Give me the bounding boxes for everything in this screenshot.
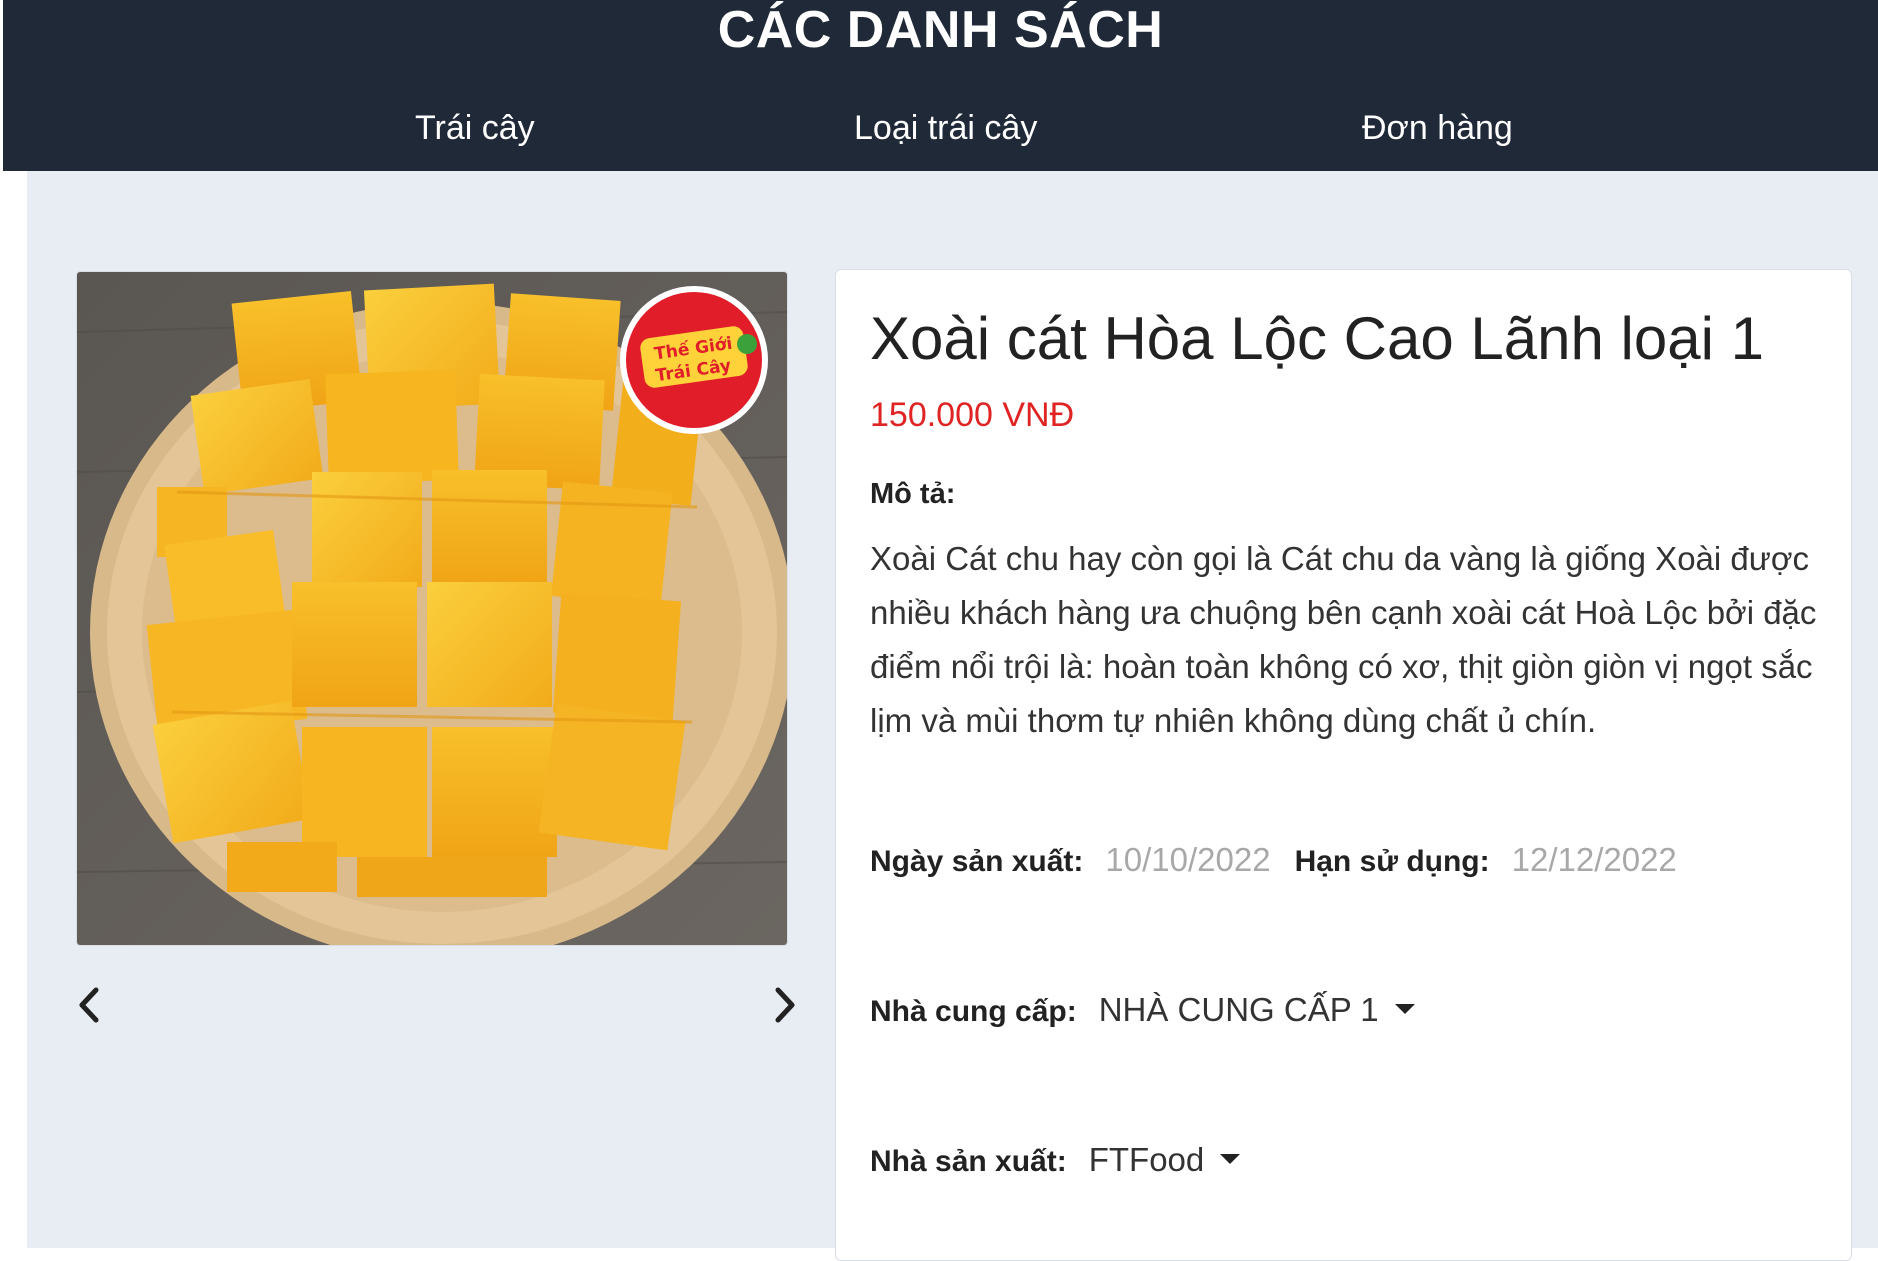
page-title: CÁC DANH SÁCH	[717, 1, 1164, 59]
expiry-date-label: Hạn sử dụng:	[1294, 845, 1490, 878]
producer-dropdown[interactable]: FTFood	[1089, 1141, 1241, 1178]
left-margin	[3, 171, 27, 1248]
caret-down-icon	[1220, 1154, 1241, 1165]
supplier-row: Nhà cung cấp: NHÀ CUNG CẤP 1	[870, 990, 1415, 1032]
producer-row: Nhà sản xuất: FTFood	[870, 1140, 1241, 1182]
nav-orders[interactable]: Đơn hàng	[1362, 106, 1513, 150]
product-image-card: Thế Giới Trái Cây	[76, 271, 788, 946]
expiry-date-value: 12/12/2022	[1511, 841, 1677, 878]
chevron-right-icon	[775, 987, 795, 1023]
product-price: 150.000 VNĐ	[870, 396, 1075, 434]
producer-label: Nhà sản xuất:	[870, 1145, 1067, 1178]
carousel-prev-button[interactable]	[70, 982, 110, 1028]
brand-sticker: Thế Giới Trái Cây	[620, 286, 768, 434]
chevron-left-icon	[79, 987, 99, 1023]
description-label: Mô tả:	[870, 478, 956, 510]
manufacture-date-value: 10/10/2022	[1105, 841, 1271, 878]
producer-value: FTFood	[1088, 1141, 1205, 1178]
manufacture-date-label: Ngày sản xuất:	[870, 845, 1084, 878]
product-description: Xoài Cát chu hay còn gọi là Cát chu da v…	[870, 540, 1817, 739]
date-row: Ngày sản xuất: 10/10/2022 Hạn sử dụng: 12/1…	[870, 840, 1701, 882]
product-detail-card: Xoài cát Hòa Lộc Cao Lãnh loại 1 150.000…	[835, 269, 1852, 1261]
caret-down-icon	[1394, 1004, 1415, 1015]
supplier-label: Nhà cung cấp:	[870, 995, 1077, 1028]
product-image: Thế Giới Trái Cây	[77, 272, 787, 945]
supplier-value: NHÀ CUNG CẤP 1	[1098, 991, 1379, 1028]
supplier-dropdown[interactable]: NHÀ CUNG CẤP 1	[1099, 991, 1415, 1028]
carousel-next-button[interactable]	[764, 982, 804, 1028]
top-header: CÁC DANH SÁCH Trái cây Loại trái cây Đơn…	[3, 0, 1878, 171]
product-name: Xoài cát Hòa Lộc Cao Lãnh loại 1	[870, 305, 1764, 372]
nav-fruits[interactable]: Trái cây	[415, 106, 535, 150]
nav-fruit-types[interactable]: Loại trái cây	[854, 106, 1037, 150]
